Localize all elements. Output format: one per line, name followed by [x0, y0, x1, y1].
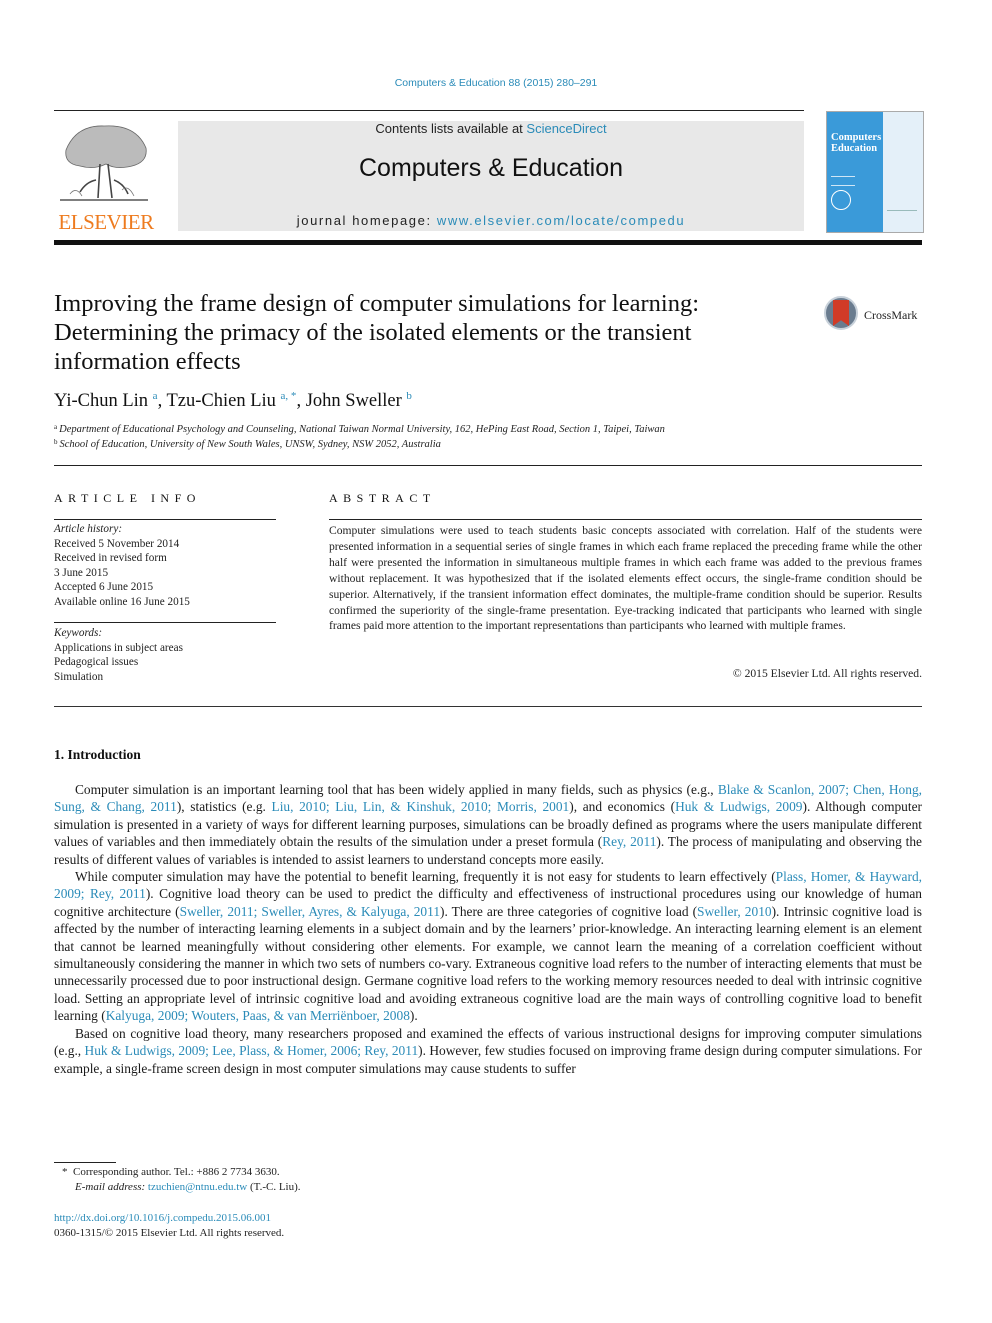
cover-blue-panel [827, 112, 883, 232]
author-name[interactable]: Yi-Chun Lin [54, 391, 148, 411]
corresponding-author-note: * Corresponding author. Tel.: +886 2 773… [62, 1166, 280, 1178]
cover-title-line2: Education [831, 143, 878, 154]
article-info-heading: ARTICLE INFO [54, 491, 201, 505]
crossmark-label: CrossMark [864, 308, 918, 322]
history-label: Article history: [54, 523, 123, 535]
keyword: Pedagogical issues [54, 656, 139, 668]
cover-title-line1: Computers [831, 132, 882, 143]
article-history: Article history: Received 5 November 201… [54, 522, 276, 609]
body-text-run: ). Intrinsic cognitive load is affected … [54, 903, 923, 1024]
abstract-heading: ABSTRACT [329, 491, 436, 505]
cover-editors-lines [831, 176, 855, 186]
divider [54, 706, 922, 707]
homepage-link[interactable]: www.elsevier.com/locate/compedu [437, 213, 685, 228]
running-head[interactable]: Computers & Education 88 (2015) 280–291 [0, 77, 992, 89]
doi-line: http://dx.doi.org/10.1016/j.compedu.2015… [54, 1212, 271, 1224]
body-text-run: ), and economics ( [569, 799, 676, 815]
author-name[interactable]: John Sweller [306, 391, 402, 411]
footnote-rule [54, 1162, 116, 1163]
homepage-prefix: journal homepage: [296, 213, 437, 228]
email-note: E-mail address: tzuchien@ntnu.edu.tw (T.… [75, 1181, 301, 1193]
journal-masthead: Contents lists available at ScienceDirec… [178, 121, 804, 231]
divider [54, 519, 276, 520]
article-title: Improving the frame design of computer s… [54, 290, 700, 375]
cover-title: Computers Education [831, 132, 881, 154]
body-text-run: ). [409, 1008, 418, 1024]
cover-imprint-line [887, 210, 917, 217]
body-text: Computer simulation is an important lear… [54, 781, 922, 1077]
doi-link[interactable]: http://dx.doi.org/10.1016/j.compedu.2015… [54, 1212, 271, 1224]
elsevier-tree-icon [60, 125, 148, 201]
sciencedirect-link[interactable]: ScienceDirect [526, 121, 606, 136]
citation-link[interactable]: Kalyuga, 2009; Wouters, Paas, & van Merr… [106, 1008, 410, 1023]
homepage-line: journal homepage: www.elsevier.com/locat… [178, 213, 804, 228]
author-affil-link[interactable]: a, * [281, 390, 297, 402]
history-item: Accepted 6 June 2015 [54, 581, 154, 593]
body-text-run: Computer simulation is an important lear… [75, 782, 718, 797]
keywords: Keywords: Applications in subject areas … [54, 626, 276, 684]
keywords-label: Keywords: [54, 627, 103, 639]
header-rule [54, 110, 804, 111]
paragraph: Computer simulation is an important lear… [54, 781, 922, 868]
affiliation-text: Department of Educational Psychology and… [59, 424, 665, 435]
email-suffix: (T.-C. Liu). [247, 1181, 301, 1193]
footnote-mark: * [62, 1166, 68, 1178]
journal-cover-thumbnail[interactable]: Computers Education [826, 111, 924, 233]
email-label: E-mail address: [75, 1181, 146, 1193]
issn-line: 0360-1315/© 2015 Elsevier Ltd. All right… [54, 1227, 285, 1239]
affiliation-text: School of Education, University of New S… [59, 439, 441, 450]
paragraph: While computer simulation may have the p… [54, 868, 922, 1025]
header-thick-rule [54, 240, 922, 245]
history-item: Received 5 November 2014 [54, 537, 180, 550]
citation-link[interactable]: Liu, 2010; Liu, Lin, & Kinshuk, 2010; Mo… [272, 799, 570, 814]
cover-seal-icon [831, 190, 851, 210]
citation-link[interactable]: Rey, 2011 [602, 834, 656, 849]
author-name[interactable]: Tzu-Chien Liu [166, 391, 275, 411]
abstract-copyright: © 2015 Elsevier Ltd. All rights reserved… [732, 667, 922, 680]
affiliation-mark: a [54, 423, 58, 431]
body-text-run: ), statistics (e.g. [176, 799, 272, 815]
citation-link[interactable]: Sweller, 2010 [697, 904, 772, 919]
keyword: Simulation [54, 670, 104, 683]
paragraph: Based on cognitive load theory, many res… [54, 1025, 922, 1077]
affiliation: b School of Education, University of New … [54, 438, 441, 450]
author-list: Yi-Chun Lin a, Tzu-Chien Liu a, *, John … [54, 390, 412, 412]
history-item: 3 June 2015 [54, 566, 109, 579]
citation-link[interactable]: Huk & Ludwigs, 2009; Lee, Plass, & Homer… [85, 1043, 419, 1058]
elsevier-wordmark: ELSEVIER [58, 210, 154, 234]
corresponding-text: Corresponding author. Tel.: +886 2 7734 … [73, 1166, 280, 1178]
divider [54, 465, 922, 466]
history-item: Received in revised form [54, 552, 167, 564]
divider [329, 519, 922, 520]
keyword: Applications in subject areas [54, 641, 183, 654]
journal-citation-link[interactable]: Computers & Education 88 (2015) 280–291 [395, 77, 598, 89]
elsevier-logo[interactable]: ELSEVIER [54, 118, 158, 234]
divider [54, 622, 276, 623]
affiliation: a Department of Educational Psychology an… [54, 423, 665, 435]
author-affil-link[interactable]: b [406, 390, 412, 402]
body-text-run: While computer simulation may have the p… [75, 869, 776, 885]
body-text-run: ). There are three categories of cogniti… [440, 903, 698, 919]
citation-link[interactable]: Sweller, 2011; Sweller, Ayres, & Kalyuga… [180, 904, 440, 919]
history-item: Available online 16 June 2015 [54, 595, 190, 608]
citation-link[interactable]: Huk & Ludwigs, 2009 [675, 799, 802, 814]
contents-line: Contents lists available at ScienceDirec… [178, 121, 804, 136]
affiliation-mark: b [54, 438, 58, 446]
contents-prefix: Contents lists available at [375, 121, 527, 136]
email-link[interactable]: tzuchien@ntnu.edu.tw [148, 1181, 247, 1193]
crossmark-button[interactable]: CrossMark [824, 296, 924, 336]
journal-title: Computers & Education [358, 154, 624, 182]
author-separator: , [296, 391, 306, 411]
abstract-text: Computer simulations were used to teach … [329, 524, 922, 633]
section-heading: 1. Introduction [54, 747, 141, 762]
